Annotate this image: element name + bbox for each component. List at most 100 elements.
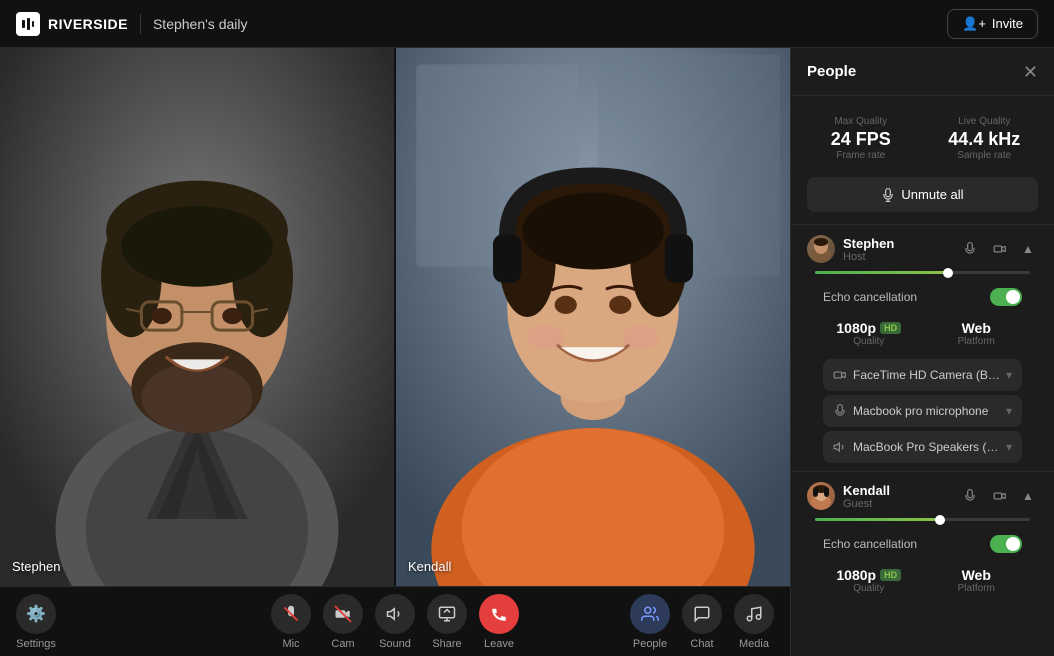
people-button[interactable]: People [630,594,670,650]
logo: RIVERSIDE [16,12,128,36]
panel-title: People [807,63,856,80]
panel-close-button[interactable]: ✕ [1023,63,1038,81]
unmute-icon [881,188,895,202]
stephen-volume-slider[interactable] [815,271,1030,274]
stats-row: Max Quality 24 FPS Frame rate Live Quali… [791,108,1054,173]
stephen-chevron-icon[interactable]: ▲ [1018,239,1038,259]
person-header-stephen: Stephen Host ▲ [807,235,1038,263]
stephen-quality-row: 1080p HD Quality Web Platform [807,314,1038,355]
sound-button[interactable]: Sound [375,594,415,650]
settings-icon: ⚙️ [16,594,56,634]
stephen-speaker-name: MacBook Pro Speakers (Buil... [853,440,1000,454]
kendall-name-label: Kendall [408,559,451,574]
share-label: Share [432,638,461,650]
video-area: Stephen [0,48,790,656]
chat-icon [682,594,722,634]
kendall-cam-icon[interactable] [988,484,1012,508]
stephen-quality-item: 1080p HD Quality [823,320,915,347]
video-grid: Stephen [0,48,790,586]
people-label: People [633,638,667,650]
stephen-echo-toggle[interactable] [990,288,1022,306]
leave-label: Leave [484,638,514,650]
stephen-speaker-dropdown[interactable]: MacBook Pro Speakers (Buil... ▾ [823,431,1022,463]
kendall-quality-row: 1080p HD Quality Web Platform [807,561,1038,602]
people-icon [630,594,670,634]
stephen-mic-name: Macbook pro microphone [853,404,1000,418]
fps-label: Frame rate [807,150,915,161]
person-info-stephen: Stephen Host [843,236,950,263]
cam-button[interactable]: Cam [323,594,363,650]
speaker-dropdown-arrow: ▾ [1006,440,1012,454]
avatar-kendall [807,482,835,510]
mic-button[interactable]: Mic [271,594,311,650]
unmute-all-label: Unmute all [901,187,963,202]
settings-label: Settings [16,638,56,650]
settings-button[interactable]: ⚙️ Settings [16,594,56,650]
stephen-volume-row [807,271,1038,280]
stephen-mic-dropdown[interactable]: Macbook pro microphone ▾ [823,395,1022,427]
panel-header: People ✕ [791,48,1054,96]
stephen-quality-value: 1080p HD [823,320,915,336]
panel-content: Max Quality 24 FPS Frame rate Live Quali… [791,96,1054,656]
kendall-volume-slider[interactable] [815,518,1030,521]
media-label: Media [739,638,769,650]
avatar-stephen [807,235,835,263]
invite-icon: 👤+ [962,16,986,32]
stephen-mic-icon[interactable] [958,237,982,261]
stephen-quality-label: Quality [823,336,915,347]
kendall-quality-label: Quality [823,583,915,594]
kendall-chevron-icon[interactable]: ▲ [1018,486,1038,506]
kendall-echo-toggle[interactable] [990,535,1022,553]
stephen-camera-dropdown[interactable]: FaceTime HD Camera (Built... ▾ [823,359,1022,391]
stephen-role: Host [843,251,950,263]
live-quality-label: Live Quality [931,116,1039,127]
sound-icon [375,594,415,634]
kendall-volume-thumb [935,515,945,525]
person-entry-kendall: Kendall Guest ▲ [791,471,1054,606]
leave-icon [479,594,519,634]
leave-button[interactable]: Leave [479,594,519,650]
kendall-video-art [396,48,790,586]
kendall-mic-icon[interactable] [958,484,982,508]
chat-button[interactable]: Chat [682,594,722,650]
camera-icon [833,368,847,382]
header-divider [140,14,141,34]
stephen-name: Stephen [843,236,950,251]
logo-text: RIVERSIDE [48,16,128,32]
toolbar-right: People Chat Media [630,594,774,650]
stephen-hd-badge: HD [880,322,901,334]
chat-label: Chat [690,638,713,650]
person-header-kendall: Kendall Guest ▲ [807,482,1038,510]
kendall-echo-toggle-knob [1006,537,1020,551]
stephen-cam-icon[interactable] [988,237,1012,261]
camera-dropdown-arrow: ▾ [1006,368,1012,382]
kendall-echo-row: Echo cancellation [807,527,1038,561]
video-cell-stephen: Stephen [0,48,394,586]
fps-value: 24 FPS [807,129,915,150]
session-title: Stephen's daily [153,16,248,32]
media-button[interactable]: Media [734,594,774,650]
share-icon [427,594,467,634]
header: RIVERSIDE Stephen's daily 👤+ Invite [0,0,1054,48]
invite-label: Invite [992,16,1023,31]
toolbar: ⚙️ Settings Mic Cam [0,586,790,656]
stephen-echo-row: Echo cancellation [807,280,1038,314]
media-icon [734,594,774,634]
stephen-platform-value: Web [931,320,1023,336]
people-panel: People ✕ Max Quality 24 FPS Frame rate L… [790,48,1054,656]
cam-label: Cam [331,638,354,650]
kendall-role: Guest [843,498,950,510]
stephen-video-art [0,48,394,586]
stephen-volume-thumb [943,268,953,278]
kendall-hd-badge: HD [880,569,901,581]
mic-icon [271,594,311,634]
cam-icon [323,594,363,634]
kendall-quality-item: 1080p HD Quality [823,567,915,594]
share-button[interactable]: Share [427,594,467,650]
max-quality-label: Max Quality [807,116,915,127]
mic-label: Mic [282,638,299,650]
unmute-all-button[interactable]: Unmute all [807,177,1038,212]
kendall-volume-fill [815,518,940,521]
invite-button[interactable]: 👤+ Invite [947,9,1038,39]
mic-dropdown-arrow: ▾ [1006,404,1012,418]
